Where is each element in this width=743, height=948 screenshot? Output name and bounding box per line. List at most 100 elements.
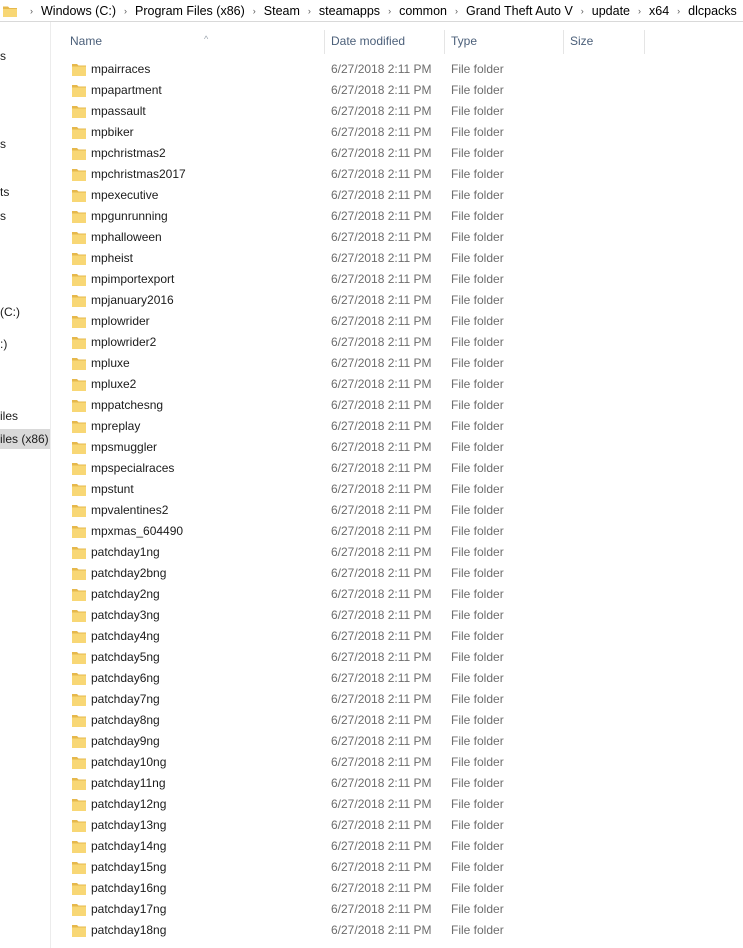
file-type: File folder (451, 62, 504, 76)
column-name-header[interactable]: Name ^ (64, 30, 325, 54)
breadcrumb-item[interactable]: Grand Theft Auto V (465, 4, 574, 18)
file-row[interactable]: mpassault 6/27/2018 2:11 PM File folder (51, 101, 743, 122)
file-row[interactable]: patchday3ng 6/27/2018 2:11 PM File folder (51, 605, 743, 626)
folder-icon (72, 547, 86, 559)
nav-item[interactable]: iles (x86) (0, 429, 50, 449)
file-row[interactable]: mpgunrunning 6/27/2018 2:11 PM File folder (51, 206, 743, 227)
file-type: File folder (451, 230, 504, 244)
file-type: File folder (451, 881, 504, 895)
file-row[interactable]: patchday15ng 6/27/2018 2:11 PM File folder (51, 857, 743, 878)
folder-icon (3, 6, 17, 17)
file-row[interactable]: mpsmuggler 6/27/2018 2:11 PM File folder (51, 437, 743, 458)
breadcrumb-item[interactable]: Steam (263, 4, 301, 18)
file-row[interactable]: patchday9ng 6/27/2018 2:11 PM File folder (51, 731, 743, 752)
file-row[interactable]: mpchristmas2017 6/27/2018 2:11 PM File fol… (51, 164, 743, 185)
breadcrumb-item[interactable]: common (398, 4, 448, 18)
file-row[interactable]: patchday2bng 6/27/2018 2:11 PM File folder (51, 563, 743, 584)
file-row[interactable]: mpexecutive 6/27/2018 2:11 PM File folder (51, 185, 743, 206)
file-type: File folder (451, 125, 504, 139)
file-row[interactable]: mpreplay 6/27/2018 2:11 PM File folder (51, 416, 743, 437)
file-row[interactable]: mpairraces 6/27/2018 2:11 PM File folder (51, 59, 743, 80)
column-size-header[interactable]: Size (564, 30, 645, 54)
folder-icon (72, 400, 86, 412)
chevron-right-icon[interactable]: › (581, 6, 584, 16)
file-date-modified: 6/27/2018 2:11 PM (331, 314, 432, 328)
file-row[interactable]: mpchristmas2 6/27/2018 2:11 PM File folder (51, 143, 743, 164)
file-row[interactable]: mppatchesng 6/27/2018 2:11 PM File folder (51, 395, 743, 416)
chevron-right-icon[interactable]: › (638, 6, 641, 16)
file-row[interactable]: mplowrider 6/27/2018 2:11 PM File folder (51, 311, 743, 332)
column-header: Name ^ Date modified Type Size (51, 22, 743, 60)
file-date-modified: 6/27/2018 2:11 PM (331, 167, 432, 181)
file-row[interactable]: patchday11ng 6/27/2018 2:11 PM File folder (51, 773, 743, 794)
file-row[interactable]: patchday13ng 6/27/2018 2:11 PM File folder (51, 815, 743, 836)
file-row[interactable]: mpimportexport 6/27/2018 2:11 PM File fold… (51, 269, 743, 290)
file-type: File folder (451, 146, 504, 160)
file-row[interactable]: patchday8ng 6/27/2018 2:11 PM File folder (51, 710, 743, 731)
chevron-right-icon[interactable]: › (124, 6, 127, 16)
folder-icon (72, 820, 86, 832)
file-row[interactable]: patchday6ng 6/27/2018 2:11 PM File folder (51, 668, 743, 689)
file-type: File folder (451, 797, 504, 811)
breadcrumb-item[interactable]: dlcpacks (687, 4, 738, 18)
file-row[interactable]: mpapartment 6/27/2018 2:11 PM File folder (51, 80, 743, 101)
file-type: File folder (451, 860, 504, 874)
file-row[interactable]: mpluxe 6/27/2018 2:11 PM File folder (51, 353, 743, 374)
folder-icon (72, 505, 86, 517)
file-row[interactable]: mpvalentines2 6/27/2018 2:11 PM File folde… (51, 500, 743, 521)
file-row[interactable]: patchday1ng 6/27/2018 2:11 PM File folder (51, 542, 743, 563)
nav-item[interactable]: s (0, 46, 50, 66)
chevron-right-icon[interactable]: › (308, 6, 311, 16)
file-row[interactable]: patchday2ng 6/27/2018 2:11 PM File folder (51, 584, 743, 605)
file-row[interactable]: patchday10ng 6/27/2018 2:11 PM File folder (51, 752, 743, 773)
file-row[interactable]: mpjanuary2016 6/27/2018 2:11 PM File folde… (51, 290, 743, 311)
breadcrumb-item[interactable]: update (591, 4, 631, 18)
file-row[interactable]: mpbiker 6/27/2018 2:11 PM File folder (51, 122, 743, 143)
file-date-modified: 6/27/2018 2:11 PM (331, 272, 432, 286)
file-row[interactable]: patchday4ng 6/27/2018 2:11 PM File folder (51, 626, 743, 647)
file-row[interactable]: patchday17ng 6/27/2018 2:11 PM File folder (51, 899, 743, 920)
file-date-modified: 6/27/2018 2:11 PM (331, 482, 432, 496)
file-row[interactable]: mphalloween 6/27/2018 2:11 PM File folder (51, 227, 743, 248)
file-name: patchday15ng (91, 860, 167, 874)
chevron-right-icon[interactable]: › (253, 6, 256, 16)
file-type: File folder (451, 503, 504, 517)
nav-item[interactable]: ts (0, 182, 50, 202)
column-name-label: Name (70, 34, 103, 48)
file-row[interactable]: patchday12ng 6/27/2018 2:11 PM File folder (51, 794, 743, 815)
chevron-right-icon[interactable]: › (388, 6, 391, 16)
navigation-pane[interactable]: s s ts s (C:):) iles iles (x86) (0, 22, 51, 948)
folder-icon (72, 274, 86, 286)
file-name: patchday13ng (91, 818, 167, 832)
file-row[interactable]: mpspecialraces 6/27/2018 2:11 PM File fold… (51, 458, 743, 479)
column-type-header[interactable]: Type (445, 30, 564, 54)
file-row[interactable]: mpluxe2 6/27/2018 2:11 PM File folder (51, 374, 743, 395)
file-row[interactable]: mpheist 6/27/2018 2:11 PM File folder (51, 248, 743, 269)
file-row[interactable]: patchday18ng 6/27/2018 2:11 PM File folder (51, 920, 743, 941)
breadcrumb-item[interactable]: Program Files (x86) (134, 4, 246, 18)
chevron-right-icon[interactable]: › (30, 6, 33, 16)
nav-item[interactable]: iles (0, 406, 50, 426)
address-bar[interactable]: › Windows (C:) › Program Files (x86) › Steam ›… (0, 0, 743, 22)
file-row[interactable]: mpstunt 6/27/2018 2:11 PM File folder (51, 479, 743, 500)
file-row[interactable]: patchday16ng 6/27/2018 2:11 PM File folder (51, 878, 743, 899)
file-row[interactable]: patchday7ng 6/27/2018 2:11 PM File folder (51, 689, 743, 710)
file-type: File folder (451, 83, 504, 97)
nav-item[interactable]: s (0, 206, 50, 226)
folder-icon (72, 757, 86, 769)
breadcrumb-item[interactable]: steamapps (318, 4, 381, 18)
file-row[interactable]: mplowrider2 6/27/2018 2:11 PM File folder (51, 332, 743, 353)
folder-icon (72, 358, 86, 370)
file-row[interactable]: patchday5ng 6/27/2018 2:11 PM File folder (51, 647, 743, 668)
file-row[interactable]: patchday14ng 6/27/2018 2:11 PM File folder (51, 836, 743, 857)
breadcrumb-item[interactable]: x64 (648, 4, 670, 18)
file-row[interactable]: mpxmas_604490 6/27/2018 2:11 PM File folde… (51, 521, 743, 542)
breadcrumb-item[interactable]: Windows (C:) (40, 4, 117, 18)
nav-item[interactable]: :) (0, 334, 50, 354)
folder-icon (72, 316, 86, 328)
chevron-right-icon[interactable]: › (455, 6, 458, 16)
nav-item[interactable]: s (0, 134, 50, 154)
nav-item[interactable]: (C:) (0, 302, 50, 322)
column-date-header[interactable]: Date modified (325, 30, 445, 54)
chevron-right-icon[interactable]: › (677, 6, 680, 16)
